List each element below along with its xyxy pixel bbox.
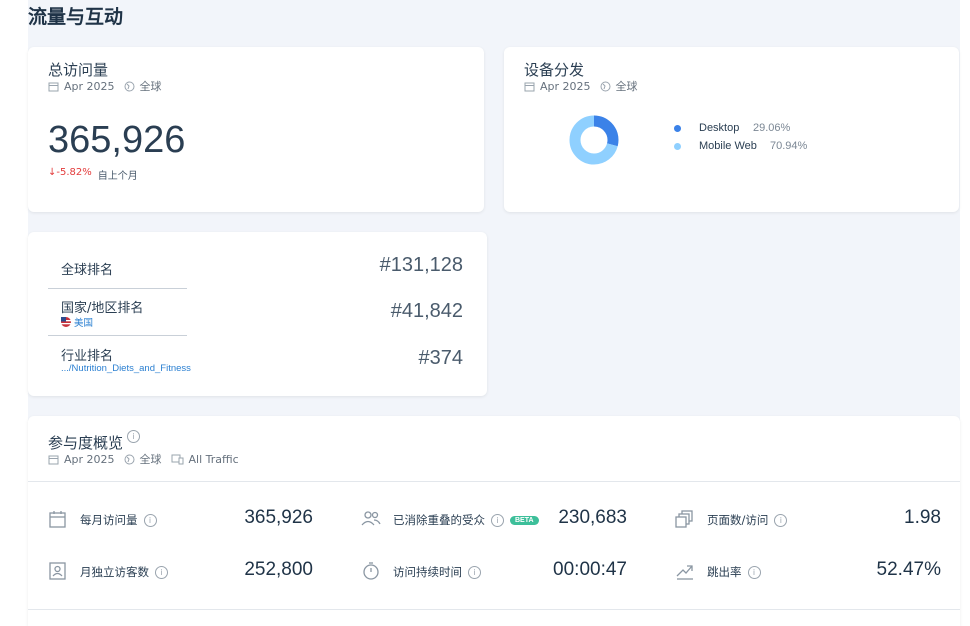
region-label: 全球 <box>139 80 162 93</box>
device-donut-chart <box>569 115 619 165</box>
traffic-label: All Traffic <box>188 452 239 466</box>
change-label: 自上个月 <box>97 171 138 182</box>
metric-value: 230,683 <box>558 507 627 528</box>
metric-label-text: 页面数/访问 <box>707 513 769 527</box>
info-icon[interactable]: i <box>774 513 788 527</box>
metric-unique-visitors: 月独立访客数 i 252,800 <box>48 556 313 586</box>
metric-label-text: 每月访问量 <box>80 513 138 527</box>
rank-card: 全球排名 #131,128 国家/地区排名 美国 #41,842 行业排名 ..… <box>28 232 487 396</box>
globe-icon <box>124 81 135 91</box>
legend-dot <box>674 142 681 150</box>
card-meta: Apr 2025 全球 All Traffic <box>48 451 239 467</box>
device-legend: Desktop 29.06% Mobile Web 70.94% <box>674 119 807 155</box>
engagement-card: 参与度概览 i Apr 2025 全球 All Traffic 每月访问量 i 3… <box>28 416 960 626</box>
rank-row-country: 国家/地区排名 美国 #41,842 <box>48 295 463 337</box>
change-value: ↓-5.82% <box>48 167 92 178</box>
metric-value: 52.47% <box>876 559 941 580</box>
device-distribution-card: 设备分发 Apr 2025 全球 Desktop 29.06% Mobile W… <box>504 47 959 212</box>
metric-bounce-rate: 跳出率 i 52.47% <box>675 556 941 586</box>
divider <box>48 335 187 336</box>
divider <box>48 288 187 289</box>
card-meta: Apr 2025 全球 <box>524 78 638 94</box>
metric-label: 每月访问量 i <box>80 512 157 528</box>
metric-value: 365,926 <box>244 507 313 528</box>
date-label: Apr 2025 <box>64 79 115 93</box>
devices-icon <box>171 454 184 464</box>
metric-label: 访问持续时间 i <box>393 564 481 580</box>
total-visits-card: 总访问量 Apr 2025 全球 365,926 ↓-5.82% 自上个月 <box>28 47 484 212</box>
metric-label-text: 访问持续时间 <box>393 565 462 579</box>
metric-visit-duration: 访问持续时间 i 00:00:47 <box>361 556 627 586</box>
info-icon[interactable]: i <box>491 513 504 527</box>
rank-value: #41,842 <box>390 300 463 322</box>
info-icon[interactable]: i <box>155 565 168 579</box>
card-meta: Apr 2025 全球 <box>48 78 162 94</box>
legend-label: Mobile Web <box>699 140 757 152</box>
calendar-icon <box>48 82 59 91</box>
legend-dot <box>674 124 681 132</box>
region-label: 全球 <box>615 80 638 93</box>
globe-icon <box>124 454 135 464</box>
pages-icon <box>675 510 693 528</box>
card-title: 总访问量 <box>48 61 109 79</box>
people-icon <box>361 511 381 526</box>
legend-item-mobile-web: Mobile Web 70.94% <box>674 137 807 155</box>
calendar-icon <box>48 455 59 464</box>
divider <box>28 481 960 482</box>
engagement-title: 参与度概览 <box>48 434 124 452</box>
metric-deduplicated-audience: 已消除重叠的受众 i BETA 230,683 <box>361 504 627 534</box>
date-label: Apr 2025 <box>540 79 591 93</box>
rank-value: #374 <box>418 347 464 369</box>
card-title: 设备分发 <box>524 61 585 79</box>
total-visits-value: 365,926 <box>48 119 186 161</box>
trend-up-icon <box>676 565 693 580</box>
divider <box>28 609 960 610</box>
rank-label: 国家/地区排名 <box>61 301 144 316</box>
country-link[interactable]: 美国 <box>61 315 93 329</box>
metric-monthly-visits: 每月访问量 i 365,926 <box>48 504 313 534</box>
metric-label: 跳出率 i <box>707 564 761 580</box>
legend-item-desktop: Desktop 29.06% <box>674 119 807 137</box>
metric-value: 252,800 <box>244 559 313 580</box>
legend-pct: 29.06% <box>753 122 791 134</box>
us-flag-icon <box>61 317 71 327</box>
metric-label: 月独立访客数 i <box>80 564 168 580</box>
left-gutter <box>0 0 28 626</box>
calendar-icon <box>49 511 66 528</box>
beta-badge: BETA <box>510 515 539 525</box>
metric-label-text: 已消除重叠的受众 <box>393 513 485 527</box>
page-title: 流量与互动 <box>28 6 124 28</box>
region-label: 全球 <box>139 453 162 466</box>
card-title: 参与度概览 i <box>48 430 141 453</box>
rank-row-industry: 行业排名 .../Nutrition_Diets_and_Fitness #37… <box>48 344 463 384</box>
globe-icon <box>600 81 611 91</box>
info-icon[interactable]: i <box>468 565 481 579</box>
date-label: Apr 2025 <box>64 452 115 466</box>
rank-value: #131,128 <box>379 254 463 276</box>
metric-value: 1.98 <box>904 507 941 528</box>
info-icon[interactable]: i <box>127 430 141 443</box>
rank-label: 行业排名 <box>61 349 114 364</box>
rank-label: 全球排名 <box>61 263 114 278</box>
metric-label: 页面数/访问 i <box>707 512 788 528</box>
legend-pct: 70.94% <box>770 140 808 152</box>
stopwatch-icon <box>363 562 379 580</box>
metric-label: 已消除重叠的受众 i BETA <box>393 512 539 528</box>
metric-label-text: 跳出率 <box>707 565 742 579</box>
info-icon[interactable]: i <box>143 513 157 527</box>
info-icon[interactable]: i <box>747 565 761 579</box>
metric-value: 00:00:47 <box>553 559 627 580</box>
country-label: 美国 <box>74 318 94 329</box>
id-card-icon <box>49 562 66 580</box>
metric-pages-per-visit: 页面数/访问 i 1.98 <box>675 504 941 534</box>
metric-label-text: 月独立访客数 <box>80 565 149 579</box>
industry-link[interactable]: .../Nutrition_Diets_and_Fitness <box>61 363 191 374</box>
calendar-icon <box>524 82 535 91</box>
change-row: ↓-5.82% 自上个月 <box>48 167 138 182</box>
legend-label: Desktop <box>699 122 740 134</box>
rank-row-global: 全球排名 #131,128 <box>48 252 463 292</box>
